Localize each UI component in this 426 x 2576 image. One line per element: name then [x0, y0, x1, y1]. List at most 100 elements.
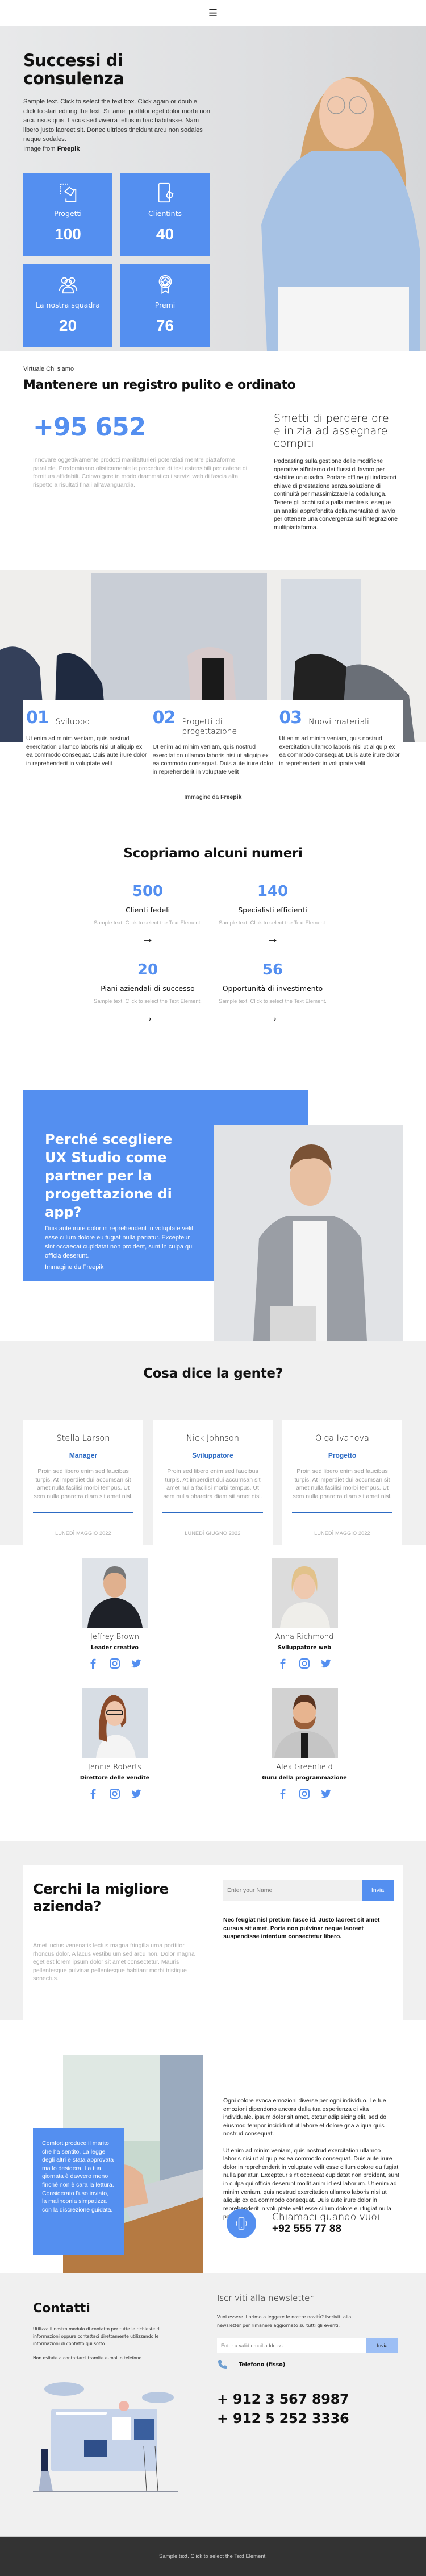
team-member: Anna Richmond Sviluppatore web [256, 1558, 353, 1669]
number-label: Piani aziendali di successo [101, 984, 195, 993]
team-member: Jennie Roberts Direttore delle vendite [66, 1688, 163, 1799]
twitter-icon[interactable] [131, 1658, 142, 1669]
contacts-paragraph: Utilizza il nostro modulo di contatto pe… [33, 2326, 161, 2346]
comfort-text: Ogni colore evoca emozioni diverse per o… [223, 2097, 399, 2221]
call-number[interactable]: +92 555 77 88 [272, 2223, 380, 2235]
twitter-icon[interactable] [131, 1788, 142, 1799]
newsletter-text: Vuoi essere il primo a leggere le nostre… [217, 2314, 352, 2328]
contacts-title: Contatti [33, 2301, 90, 2316]
numbers-title: Scopriamo alcuni numeri [123, 846, 303, 861]
step-card: 01 Sviluppo Ut enim ad minim veniam, quis… [23, 700, 150, 836]
comfort-quote-box: Comfort produce il marito che ha sentito… [33, 2128, 124, 2255]
testimonial-role: Manager [69, 1451, 98, 1459]
step-title: Progetti di progettazione [182, 717, 237, 736]
cta-box: Cerchi la migliore azienda? Amet luctus … [23, 1865, 403, 2025]
stat-value: 76 [156, 317, 174, 334]
number-value: 140 [257, 883, 289, 900]
facebook-icon[interactable] [87, 1788, 99, 1799]
newsletter-submit-button[interactable]: Invia [366, 2338, 398, 2353]
about-section: Virtuale Chi siamo Mantenere un registro… [0, 351, 426, 562]
instagram-icon[interactable] [299, 1788, 310, 1799]
contacts-paragraph: Non esitate a contattarci tramite e-mail… [33, 2355, 142, 2361]
cta-bold-text: Nec feugiat nisl pretium fusce id. Justo… [223, 1917, 380, 1940]
man-with-laptop-photo [214, 1125, 403, 1341]
hero-section: Successi di consulenza Sample text. Clic… [0, 26, 426, 351]
hamburger-menu-icon[interactable]: ☰ [208, 8, 218, 18]
email-input[interactable] [217, 2338, 366, 2353]
phone-handset-icon [218, 2360, 227, 2369]
call-title: Chiamaci quando vuoi [272, 2212, 380, 2223]
twitter-icon[interactable] [320, 1658, 332, 1669]
team-group-icon [59, 277, 77, 294]
hero-credit: Image from Freepik [23, 144, 211, 154]
divider [162, 1512, 263, 1514]
number-label: Clienti fedeli [125, 906, 170, 914]
social-links [66, 1788, 163, 1799]
facebook-icon[interactable] [277, 1658, 289, 1669]
number-text: Sample text. Click to select the Text El… [219, 998, 327, 1005]
process-section: 01 Sviluppo Ut enim ad minim veniam, quis… [0, 562, 426, 836]
stat-label: Progetti [54, 209, 82, 218]
call-icon-circle[interactable] [227, 2209, 256, 2238]
social-links [256, 1658, 353, 1669]
member-photo [81, 1688, 148, 1758]
number-value: 20 [137, 961, 158, 978]
phone-number-2[interactable]: + 912 5 252 3336 [217, 2411, 349, 2426]
stat-label: Clientints [148, 209, 182, 218]
hero-text: Sample text. Click to select the text bo… [23, 98, 210, 143]
freepik-link[interactable]: Freepik [220, 794, 241, 800]
big-number: +95 652 [33, 413, 146, 442]
freepik-link[interactable]: Freepik [83, 1264, 104, 1271]
step-title: Nuovi materiali [308, 717, 369, 727]
number-item: 20 Piani aziendali di successo Sample te… [85, 961, 210, 1024]
number-item: 140 Specialisti efficienti Sample text. … [210, 883, 335, 945]
phone-label-row: Telefono (fisso) [217, 2359, 285, 2370]
team-section: Jeffrey Brown Leader creativo Anna Richm… [0, 1545, 426, 1841]
member-role: Direttore delle vendite [80, 1775, 150, 1781]
footer-text: Sample text. Click to select the Text El… [159, 2553, 267, 2560]
step-card: 03 Nuovi materiali Ut enim ad minim venia… [276, 700, 403, 836]
submit-button[interactable]: Invia [362, 1880, 394, 1901]
hero-woman-photo [261, 77, 420, 351]
arrow-right-icon[interactable]: → [85, 1010, 210, 1024]
testimonial-name: Nick Johnson [186, 1434, 239, 1443]
cta-section: Cerchi la migliore azienda? Amet luctus … [0, 1841, 426, 2025]
mobile-phone-icon [236, 2217, 247, 2230]
testimonial-text: Proin sed libero enim sed faucibus turpi… [163, 1468, 262, 1500]
stat-value: 100 [55, 225, 81, 243]
facebook-icon[interactable] [87, 1658, 99, 1669]
number-value: 500 [132, 883, 164, 900]
instagram-icon[interactable] [299, 1658, 310, 1669]
member-photo [81, 1558, 148, 1628]
stat-box-team: La nostra squadra 20 [23, 264, 112, 347]
member-role: Sviluppatore web [278, 1645, 331, 1651]
phone-label: Telefono (fisso) [239, 2361, 286, 2368]
testimonial-text: Proin sed libero enim sed faucibus turpi… [34, 1468, 133, 1500]
arrow-right-icon[interactable]: → [210, 932, 335, 945]
contacts-text: Utilizza il nostro modulo di contatto pe… [33, 2325, 161, 2362]
instagram-icon[interactable] [109, 1788, 120, 1799]
testimonials-section: Cosa dice la gente? Stella Larson Manage… [0, 1341, 426, 1579]
testimonial-date: LUNEDÌ MAGGIO 2022 [55, 1530, 111, 1537]
phone-touch-icon [158, 182, 173, 203]
testimonials-title: Cosa dice la gente? [143, 1366, 283, 1381]
credit-prefix: Immagine da [45, 1264, 83, 1271]
member-photo [271, 1688, 338, 1758]
instagram-icon[interactable] [109, 1658, 120, 1669]
credit-prefix: Immagine da [184, 794, 221, 800]
name-input[interactable] [223, 1880, 362, 1901]
comfort-paragraph: Ogni colore evoca emozioni diverse per o… [223, 2097, 387, 2138]
facebook-icon[interactable] [277, 1788, 289, 1799]
member-role: Leader creativo [91, 1645, 139, 1651]
number-text: Sample text. Click to select the Text El… [94, 920, 202, 926]
arrow-right-icon[interactable]: → [85, 932, 210, 945]
phone-number-1[interactable]: + 912 3 567 8987 [217, 2391, 349, 2407]
testimonial-text: Proin sed libero enim sed faucibus turpi… [293, 1468, 392, 1500]
arrow-right-icon[interactable]: → [210, 1010, 335, 1024]
why-section: Perché scegliere UX Studio come partner … [0, 1073, 426, 1341]
twitter-icon[interactable] [320, 1788, 332, 1799]
drag-select-icon [60, 183, 76, 202]
freepik-link[interactable]: Freepik [57, 146, 80, 152]
member-photo [271, 1558, 338, 1628]
stat-value: 20 [59, 317, 77, 334]
